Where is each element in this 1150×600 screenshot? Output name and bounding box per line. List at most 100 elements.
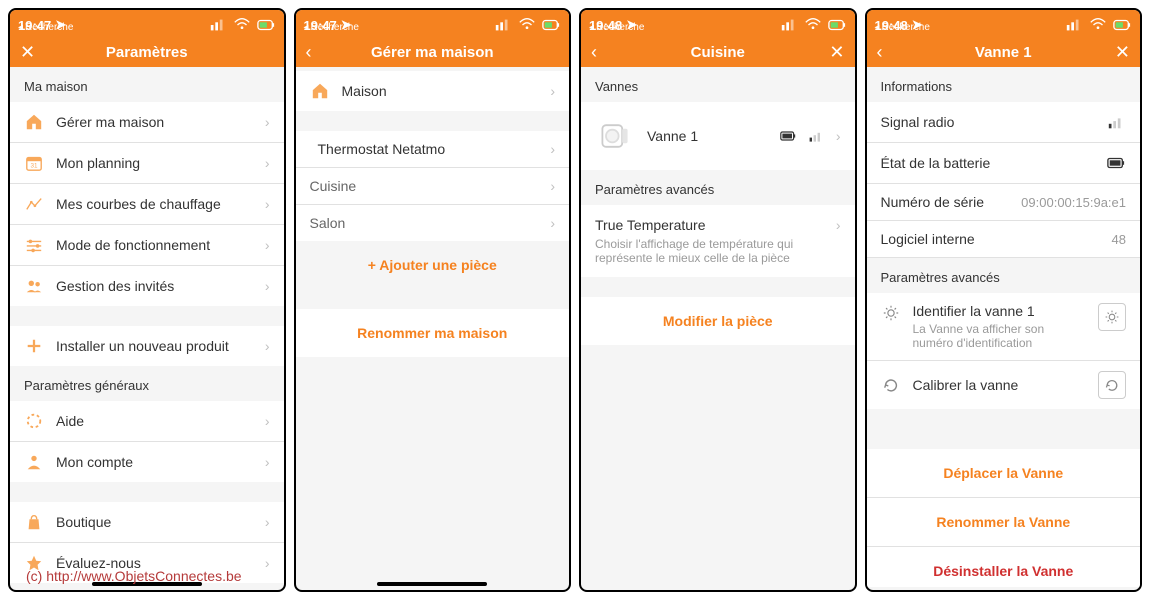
- house-icon: [24, 112, 44, 132]
- row-serial: Numéro de série09:00:00:15:9a:e1: [867, 184, 1141, 221]
- item-guests[interactable]: Gestion des invités›: [10, 266, 284, 306]
- battery-icon: [827, 15, 847, 35]
- item-true-temperature[interactable]: True Temperature Choisir l'affichage de …: [581, 205, 855, 277]
- cycle-icon: [881, 375, 901, 395]
- chevron-right-icon: ›: [265, 514, 270, 530]
- chevron-right-icon: ›: [550, 83, 555, 99]
- battery-small-icon: [780, 126, 796, 146]
- back-icon[interactable]: ‹: [877, 42, 883, 63]
- cell-icon: [1064, 15, 1084, 35]
- navbar: ✕ Paramètres: [10, 37, 284, 67]
- navbar: ‹ Cuisine ✕: [581, 37, 855, 67]
- wifi-icon: [803, 15, 823, 35]
- chevron-right-icon: ›: [265, 237, 270, 253]
- item-account[interactable]: Mon compte›: [10, 442, 284, 482]
- page-title: Vanne 1: [975, 44, 1032, 61]
- chevron-right-icon: ›: [265, 338, 270, 354]
- item-install-product[interactable]: Installer un nouveau produit›: [10, 326, 284, 366]
- item-operating-mode[interactable]: Mode de fonctionnement›: [10, 225, 284, 266]
- signal-icon: [1106, 112, 1126, 132]
- screen-valve-1: 19:48➤ ◂Recherche ‹ Vanne 1 ✕ Informatio…: [865, 8, 1143, 592]
- row-signal: Signal radio: [867, 102, 1141, 143]
- users-icon: [24, 276, 44, 296]
- item-help[interactable]: Aide›: [10, 401, 284, 442]
- link-uninstall-valve[interactable]: Désinstaller la Vanne: [867, 547, 1141, 587]
- chevron-right-icon: ›: [265, 555, 270, 571]
- chevron-right-icon: ›: [550, 215, 555, 231]
- item-identify-valve[interactable]: Identifier la vanne 1 La Vanne va affich…: [867, 293, 1141, 361]
- true-temp-label: True Temperature: [595, 217, 824, 233]
- house-icon: [310, 81, 330, 101]
- navbar: ‹ Vanne 1 ✕: [867, 37, 1141, 67]
- item-thermostat[interactable]: Thermostat Netatmo›: [296, 131, 570, 168]
- close-icon[interactable]: ✕: [829, 42, 844, 63]
- back-icon[interactable]: ‹: [591, 42, 597, 63]
- section-general: Paramètres généraux: [10, 366, 284, 401]
- bulb-icon: [881, 303, 901, 323]
- section-my-home: Ma maison: [10, 67, 284, 102]
- identify-label: Identifier la vanne 1: [913, 303, 1087, 319]
- wifi-icon: [1088, 15, 1108, 35]
- link-modify-room[interactable]: Modifier la pièce: [581, 297, 855, 345]
- item-room-salon[interactable]: Salon›: [296, 205, 570, 241]
- item-room-kitchen[interactable]: Cuisine›: [296, 168, 570, 205]
- sliders-icon: [24, 235, 44, 255]
- graph-icon: [24, 194, 44, 214]
- chevron-right-icon: ›: [836, 128, 841, 144]
- item-planning[interactable]: Mon planning›: [10, 143, 284, 184]
- row-battery: État de la batterie: [867, 143, 1141, 184]
- wifi-icon: [517, 15, 537, 35]
- link-move-valve[interactable]: Déplacer la Vanne: [867, 449, 1141, 498]
- plus-icon: [24, 336, 44, 356]
- row-firmware: Logiciel interne48: [867, 221, 1141, 258]
- chevron-right-icon: ›: [265, 413, 270, 429]
- battery-icon: [541, 15, 561, 35]
- chevron-right-icon: ›: [836, 217, 841, 233]
- cell-icon: [208, 15, 228, 35]
- home-bar[interactable]: [377, 582, 487, 586]
- true-temp-desc: Choisir l'affichage de température qui r…: [595, 237, 824, 265]
- identify-desc: La Vanne va afficher son numéro d'identi…: [913, 322, 1087, 350]
- item-manage-home[interactable]: Gérer ma maison›: [10, 102, 284, 143]
- navbar: ‹ Gérer ma maison: [296, 37, 570, 67]
- chevron-right-icon: ›: [265, 196, 270, 212]
- section-info: Informations: [867, 67, 1141, 102]
- wifi-icon: [232, 15, 252, 35]
- screen-parametres: 19:47➤ ◂Recherche ✕ Paramètres Ma maison…: [8, 8, 286, 592]
- calibrate-button[interactable]: [1098, 371, 1126, 399]
- ring-icon: [24, 411, 44, 431]
- back-icon[interactable]: ‹: [306, 42, 312, 63]
- chevron-right-icon: ›: [265, 155, 270, 171]
- close-icon[interactable]: ✕: [1115, 42, 1130, 63]
- fw-value: 48: [1112, 232, 1126, 247]
- screen-manage-home: 19:47➤ ◂Recherche ‹ Gérer ma maison Mais…: [294, 8, 572, 592]
- link-add-room[interactable]: + Ajouter une pièce: [296, 241, 570, 289]
- cell-icon: [493, 15, 513, 35]
- chevron-right-icon: ›: [550, 178, 555, 194]
- item-valve-1[interactable]: Vanne 1 ›: [581, 102, 855, 170]
- identify-button[interactable]: [1098, 303, 1126, 331]
- page-title: Cuisine: [691, 44, 745, 61]
- battery-icon: [256, 15, 276, 35]
- link-rename-valve[interactable]: Renommer la Vanne: [867, 498, 1141, 547]
- section-valves: Vannes: [581, 67, 855, 102]
- close-icon[interactable]: ✕: [20, 42, 35, 63]
- chevron-right-icon: ›: [550, 141, 555, 157]
- screen-room-kitchen: 19:48➤ ◂Recherche ‹ Cuisine ✕ Vannes Van…: [579, 8, 857, 592]
- item-heating-curves[interactable]: Mes courbes de chauffage›: [10, 184, 284, 225]
- calendar-icon: [24, 153, 44, 173]
- cell-icon: [779, 15, 799, 35]
- person-icon: [24, 452, 44, 472]
- watermark: (c) http://www.ObjetsConnectes.be: [26, 568, 242, 584]
- chevron-right-icon: ›: [265, 114, 270, 130]
- page-title: Paramètres: [106, 44, 188, 61]
- link-rename-home[interactable]: Renommer ma maison: [296, 309, 570, 357]
- bag-icon: [24, 512, 44, 532]
- item-store[interactable]: Boutique›: [10, 502, 284, 543]
- chevron-right-icon: ›: [265, 278, 270, 294]
- battery-icon: [1106, 153, 1126, 173]
- item-house[interactable]: Maison›: [296, 71, 570, 111]
- item-calibrate-valve[interactable]: Calibrer la vanne: [867, 361, 1141, 409]
- section-advanced: Paramètres avancés: [867, 258, 1141, 293]
- chevron-right-icon: ›: [265, 454, 270, 470]
